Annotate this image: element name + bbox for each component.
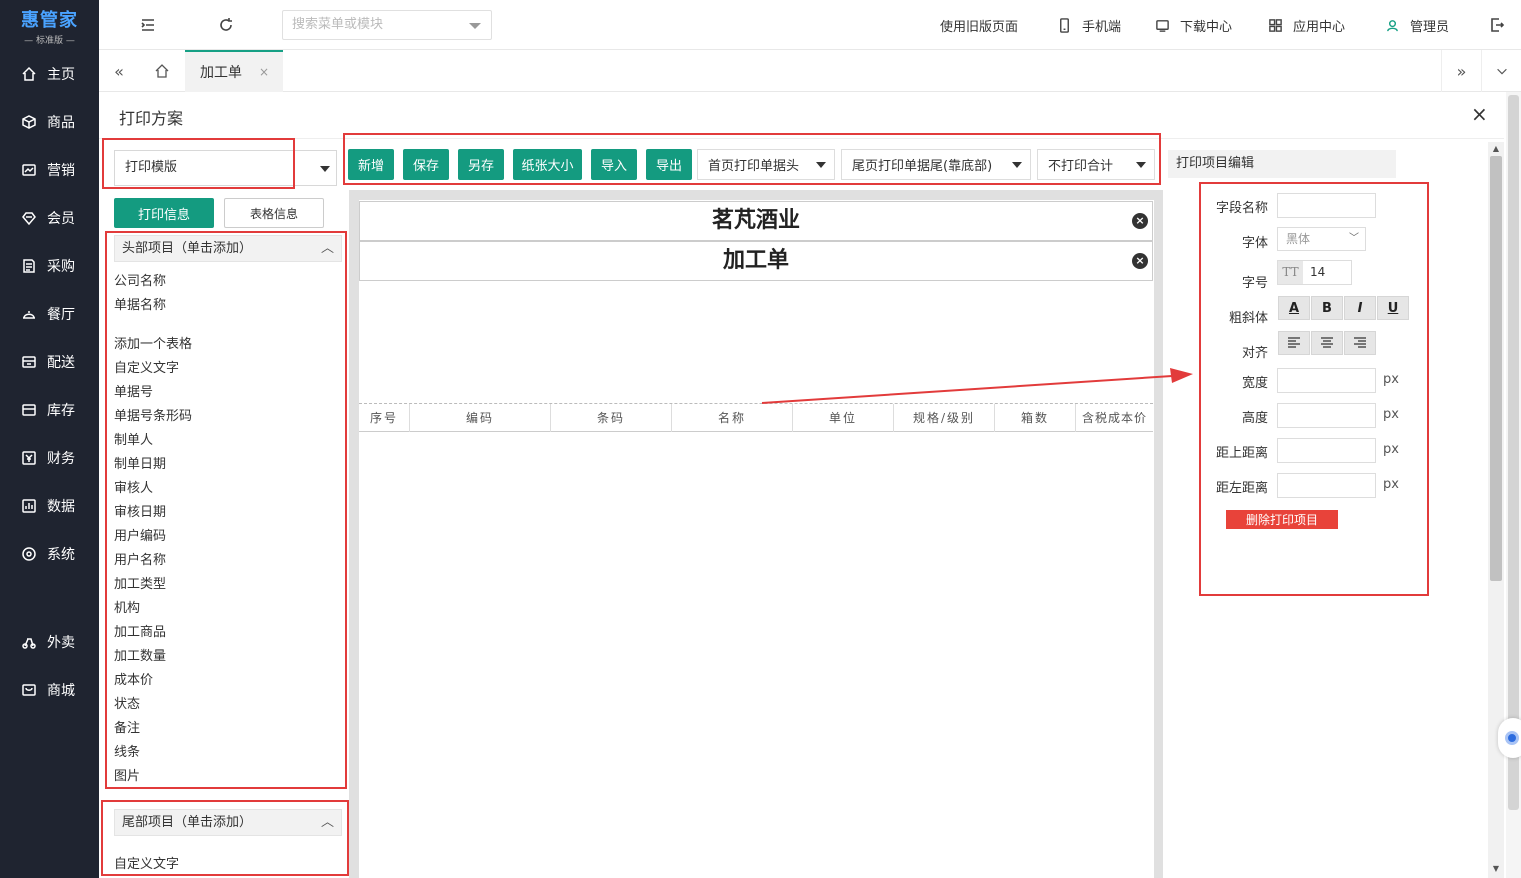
annotation-box-editor bbox=[1199, 182, 1429, 596]
assistant-icon bbox=[1505, 731, 1519, 745]
page-scrollbar-thumb[interactable] bbox=[1508, 95, 1519, 810]
scroll-down-icon[interactable]: ▼ bbox=[1490, 864, 1502, 874]
dialog-scrollbar-thumb[interactable] bbox=[1490, 156, 1502, 581]
scroll-up-icon[interactable]: ▲ bbox=[1490, 144, 1502, 154]
editor-panel-title: 打印项目编辑 bbox=[1168, 150, 1396, 178]
floating-assistant-button[interactable] bbox=[1498, 718, 1521, 758]
